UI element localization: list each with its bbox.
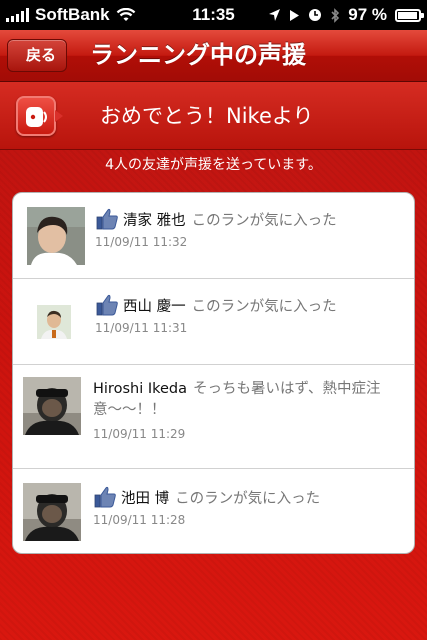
cheer-header[interactable]: おめでとう！Nikeより bbox=[0, 82, 427, 150]
list-item[interactable]: 池田 博このランが気に入った 11/09/11 11:28 bbox=[13, 469, 414, 553]
navigation-bar: 戻る ランニング中の声援 bbox=[0, 30, 427, 82]
cheer-title: おめでとう！Nikeより bbox=[100, 104, 314, 128]
list-item-content: 西山 慶一 このランが気に入った 11/09/11 11:31 bbox=[95, 293, 400, 335]
avatar bbox=[23, 483, 81, 541]
list-item-header: 清家 雅也 このランが気に入った bbox=[95, 207, 400, 232]
back-button[interactable]: 戻る bbox=[7, 39, 68, 72]
cheer-message: このランが気に入った bbox=[175, 491, 321, 507]
friend-name: 池田 博 bbox=[121, 491, 170, 507]
timestamp: 11/09/11 11:32 bbox=[95, 235, 188, 249]
play-icon bbox=[290, 9, 300, 21]
friend-name: 西山 慶一 bbox=[123, 299, 186, 315]
cheers-list: 清家 雅也 このランが気に入った 11/09/11 11:32 西山 慶一 このラン… bbox=[12, 192, 415, 554]
friend-name: Hiroshi Ikeda bbox=[93, 381, 187, 397]
location-arrow-icon bbox=[269, 9, 281, 21]
page-title: ランニング中の声援 bbox=[90, 41, 306, 69]
back-button-label: 戻る bbox=[26, 46, 57, 64]
status-bar: SoftBank 11:35 97 % bbox=[0, 0, 427, 30]
timestamp: 11/09/11 11:28 bbox=[93, 513, 186, 527]
cheer-message: このランが気に入った bbox=[191, 213, 337, 229]
list-item-header: 西山 慶一 このランが気に入った bbox=[95, 293, 400, 318]
bluetooth-icon bbox=[331, 7, 340, 23]
friends-count-text: 4人の友達が声援を送っています。 bbox=[105, 157, 322, 173]
avatar bbox=[27, 207, 85, 265]
list-item[interactable]: 清家 雅也 このランが気に入った 11/09/11 11:32 bbox=[13, 193, 414, 279]
alarm-icon bbox=[309, 9, 322, 21]
list-item-content: 清家 雅也 このランが気に入った 11/09/11 11:32 bbox=[95, 207, 400, 249]
like-thumb-icon bbox=[96, 294, 118, 316]
battery-fill bbox=[398, 11, 418, 19]
list-item-content: 池田 博このランが気に入った 11/09/11 11:28 bbox=[93, 485, 398, 527]
avatar bbox=[37, 305, 71, 339]
list-item[interactable]: Hiroshi Ikeda そっちも暑いはず、熱中症注意〜〜！！ 11/09/11… bbox=[13, 365, 414, 469]
like-thumb-icon bbox=[96, 208, 118, 230]
battery-percent: 97 % bbox=[348, 5, 387, 24]
friend-name: 清家 雅也 bbox=[123, 213, 186, 229]
battery-icon bbox=[395, 8, 424, 22]
timestamp: 11/09/11 11:31 bbox=[95, 321, 188, 335]
avatar bbox=[23, 377, 81, 435]
list-item-header: Hiroshi Ikeda そっちも暑いはず、熱中症注意〜〜！！ bbox=[93, 379, 408, 421]
cheer-message: このランが気に入った bbox=[191, 299, 337, 315]
cheer-speaker-icon bbox=[16, 96, 63, 136]
timestamp: 11/09/11 11:29 bbox=[93, 427, 186, 441]
list-item-header: 池田 博このランが気に入った bbox=[93, 485, 398, 510]
list-item-content: Hiroshi Ikeda そっちも暑いはず、熱中症注意〜〜！！ 11/09/11… bbox=[93, 379, 408, 441]
status-right: 97 % bbox=[268, 5, 424, 25]
like-thumb-icon bbox=[94, 486, 116, 508]
list-item[interactable]: 西山 慶一 このランが気に入った 11/09/11 11:31 bbox=[13, 279, 414, 365]
